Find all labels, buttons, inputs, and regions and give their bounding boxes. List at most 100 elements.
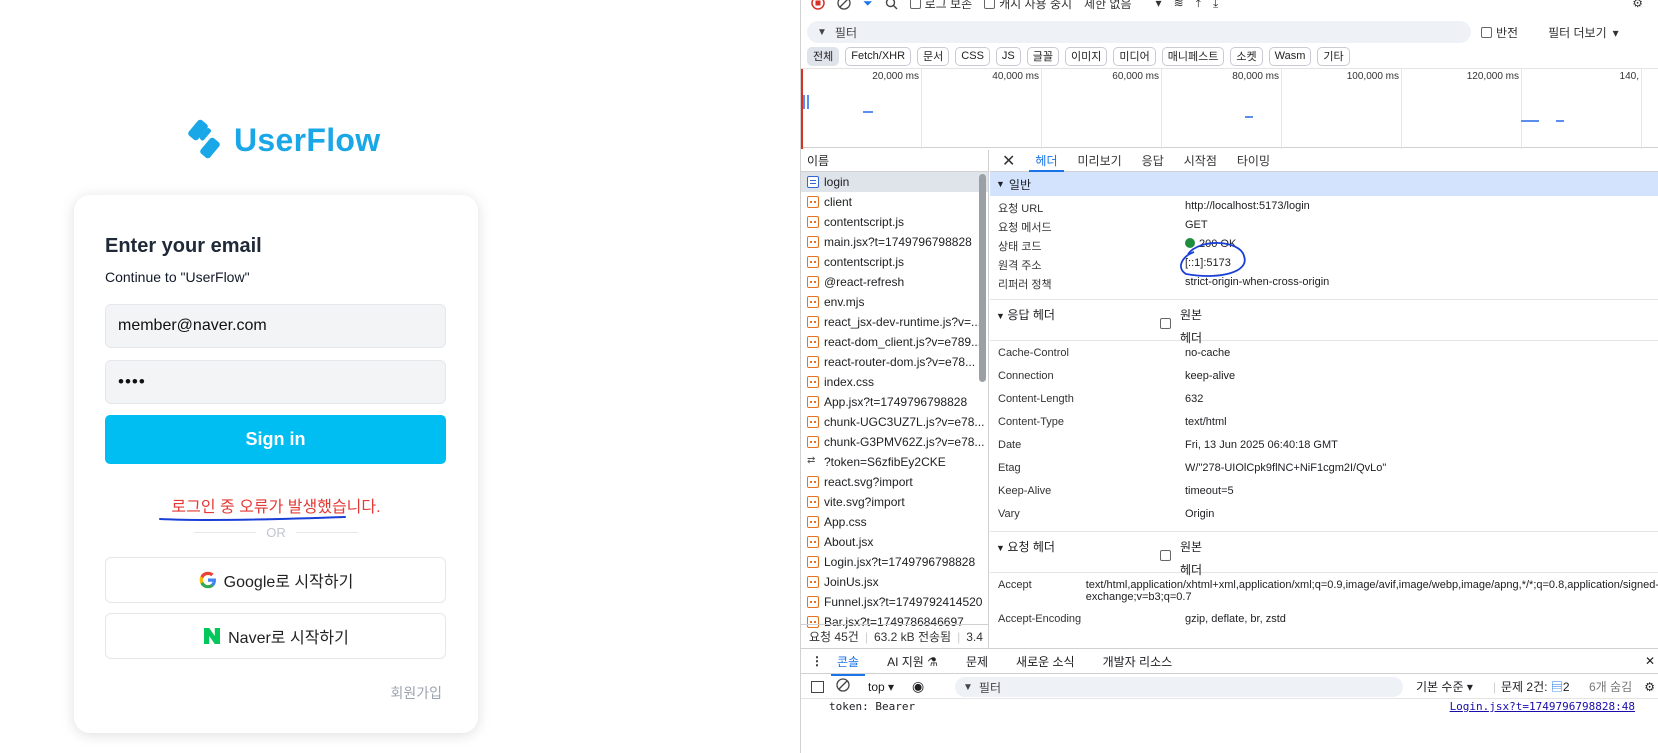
type-filter-chip[interactable]: 매니페스트 [1161,46,1225,66]
request-row[interactable]: react-dom_client.js?v=e789... [801,332,988,352]
request-row[interactable]: react-router-dom.js?v=e78... [801,352,988,372]
issues-indicator[interactable]: 문제 2건: ▤2 [1501,678,1570,695]
type-filter-chip[interactable]: 소켓 [1230,46,1263,66]
issues-count: 2 [1562,680,1570,694]
detail-tab[interactable]: 타이밍 [1237,150,1270,172]
console-log-source[interactable]: Login.jsx?t=1749796798828:48 [1450,700,1635,713]
status-circle-annotation [1180,242,1246,277]
type-filter-chip[interactable]: 글꼴 [1026,46,1060,66]
script-file-icon [807,276,819,288]
request-row[interactable]: Login.jsx?t=1749796798828 [801,552,988,572]
checkbox-icon[interactable] [984,0,996,9]
drawer-tab[interactable]: 콘솔 [830,653,866,676]
request-row[interactable]: main.jsx?t=1749796798828 [801,232,988,252]
detail-tab[interactable]: 응답 [1142,150,1164,172]
search-icon[interactable] [885,0,898,10]
response-headers-header[interactable]: ▼ 응답 헤더 원본 헤더 [990,299,1658,345]
clear-icon[interactable] [837,0,851,10]
throttle-select[interactable]: 제한 없음 ▾ [1084,0,1162,12]
request-row[interactable]: client [801,192,988,212]
request-row[interactable]: JoinUs.jsx [801,572,988,592]
type-filter-chip[interactable]: 미디어 [1113,46,1156,66]
request-row[interactable]: react.svg?import [801,472,988,492]
sign-in-button[interactable]: Sign in [105,415,446,464]
type-filter-chip[interactable]: Wasm [1268,46,1312,66]
request-headers-header[interactable]: ▼ 요청 헤더 원본 헤더 [990,531,1658,577]
request-row[interactable]: env.mjs [801,292,988,312]
type-filter-chip[interactable]: Fetch/XHR [845,46,912,66]
filter-funnel-icon[interactable]: ⏷ [863,0,873,11]
type-filter-chip[interactable]: JS [995,46,1021,66]
settings-gear-icon[interactable]: ⚙ [1632,0,1643,10]
network-conditions-icon[interactable]: ≋ [1174,0,1184,10]
header-row: Accept text/html,application/xhtml+xml,ap… [990,579,1658,613]
request-row[interactable]: App.jsx?t=1749796798828 [801,392,988,412]
issues-label: 문제 2건: [1501,680,1548,694]
request-headers: Accept text/html,application/xhtml+xml,ap… [990,573,1658,629]
detail-tab[interactable]: 헤더 [1029,150,1064,172]
request-row[interactable]: Funnel.jsx?t=1749792414520 [801,592,988,612]
context-select[interactable]: top ▾ [868,680,894,694]
request-row[interactable]: About.jsx [801,532,988,552]
type-filter-chip[interactable]: 전체 [807,46,840,66]
type-filter-chip[interactable]: 기타 [1317,46,1350,66]
websocket-icon [807,455,819,468]
detail-tab[interactable]: 시작점 [1184,150,1217,172]
type-filter-chip[interactable]: 이미지 [1065,46,1108,66]
invert-checkbox[interactable] [1481,27,1492,38]
request-row[interactable]: login [801,172,988,192]
close-icon[interactable]: ✕ [1002,150,1015,172]
preserve-log-checkbox[interactable]: 로그 보존 [909,0,972,12]
request-row[interactable]: react_jsx-dev-runtime.js?v=... [801,312,988,332]
drawer-tab[interactable]: 개발자 리소스 [1103,653,1173,670]
request-name: Funnel.jsx?t=1749792414520 [824,595,983,609]
request-list-scrollbar[interactable] [979,174,986,382]
drawer-tab[interactable]: AI 지원 ⚗ [887,653,938,670]
password-input[interactable]: •••• [105,360,446,404]
sidebar-toggle-icon[interactable] [811,680,824,693]
more-filters-dropdown[interactable]: 필터 더보기 [1548,24,1607,41]
network-filter-input[interactable]: ▼ 필터 [807,21,1471,43]
close-drawer-icon[interactable]: ✕ [1645,654,1655,668]
log-level-select[interactable]: 기본 수준 ▾ [1416,678,1473,695]
naver-login-button[interactable]: Naver로 시작하기 [105,613,446,659]
raw-headers-checkbox[interactable] [1160,550,1171,561]
drawer-tab[interactable]: 문제 [966,653,988,670]
google-login-button[interactable]: Google로 시작하기 [105,557,446,603]
email-input[interactable]: member@naver.com [105,304,446,348]
console-settings-icon[interactable]: ⚙ [1644,680,1655,694]
type-filter-chip[interactable]: 문서 [917,46,950,66]
eye-icon[interactable]: ◉ [912,678,924,695]
name-column-header[interactable]: 이름 [801,150,988,172]
general-section-header[interactable]: ▼ 일반 [990,172,1658,196]
request-row[interactable]: contentscript.js [801,252,988,272]
request-name: env.mjs [824,295,865,309]
request-row[interactable]: vite.svg?import [801,492,988,512]
import-icon[interactable]: ⤒ [1196,0,1201,11]
request-row[interactable]: chunk-G3PMV62Z.js?v=e78... [801,432,988,452]
type-filter-chip[interactable]: CSS [955,46,990,66]
request-row[interactable]: chunk-UGC3UZ7L.js?v=e78... [801,412,988,432]
throttle-value: 제한 없음 [1084,0,1132,11]
disable-cache-checkbox[interactable]: 캐시 사용 중지 [984,0,1072,12]
more-tabs-icon[interactable]: ⋮ [811,654,823,668]
request-row[interactable]: @react-refresh [801,272,988,292]
console-filter-input[interactable]: ▼ 필터 [955,677,1403,697]
header-key: Accept [998,579,1032,591]
request-row[interactable]: App.css [801,512,988,532]
export-icon[interactable]: ⤓ [1213,0,1218,11]
raw-headers-checkbox[interactable] [1160,318,1171,329]
script-file-icon [807,216,819,228]
request-row[interactable]: ?token=S6zfibEy2CKE [801,452,988,472]
request-row[interactable]: index.css [801,372,988,392]
checkbox-icon[interactable] [909,0,921,9]
detail-tab[interactable]: 미리보기 [1078,150,1122,172]
request-name: ?token=S6zfibEy2CKE [824,455,946,469]
clear-console-icon[interactable] [836,678,850,695]
network-timeline[interactable]: 20,000 ms 40,000 ms 60,000 ms 80,000 ms 100,… [801,68,1658,149]
signup-link[interactable]: 회원가입 [390,683,442,703]
record-icon[interactable] [811,0,825,10]
error-message: 로그인 중 오류가 발생했습니다. [171,499,381,516]
drawer-tab[interactable]: 새로운 소식 [1016,653,1075,670]
request-row[interactable]: contentscript.js [801,212,988,232]
